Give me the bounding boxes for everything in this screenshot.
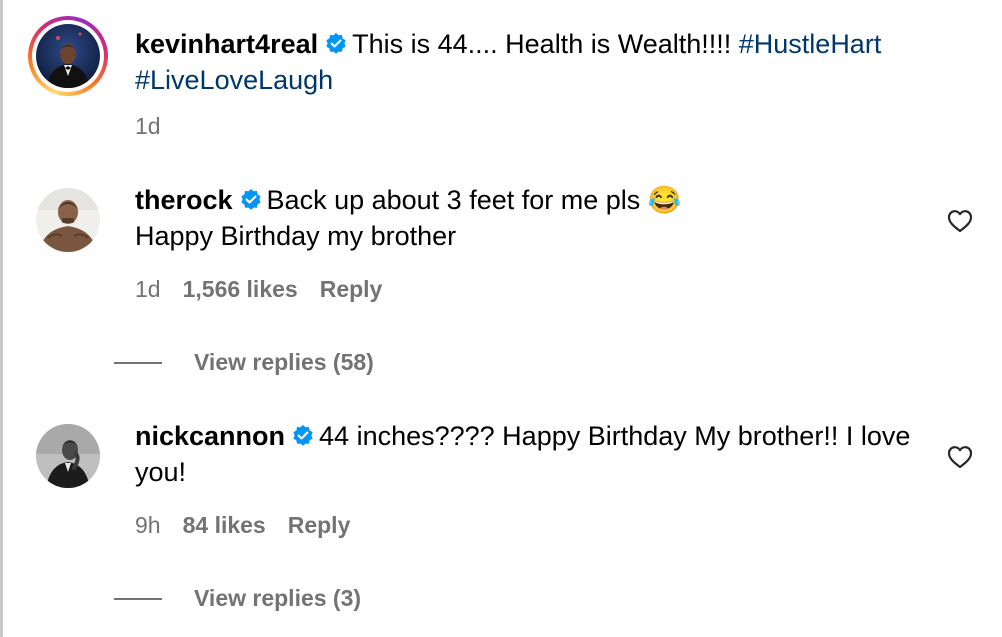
hashtag-link[interactable]: #LiveLoveLaugh xyxy=(135,65,333,95)
caption-meta: 1d xyxy=(135,113,161,140)
view-replies-button[interactable]: View replies (58) xyxy=(114,349,374,376)
comment-timestamp[interactable]: 1d xyxy=(135,276,161,302)
view-replies-line xyxy=(114,597,162,600)
comment-body-line1: Back up about 3 feet for me pls 😂 xyxy=(266,185,682,215)
comment-timestamp[interactable]: 9h xyxy=(135,512,161,538)
reply-button[interactable]: Reply xyxy=(288,512,351,538)
avatar-nickcannon[interactable] xyxy=(36,424,100,488)
verified-badge-icon xyxy=(291,421,315,446)
window-edge xyxy=(0,0,3,637)
comment-username[interactable]: therock xyxy=(135,185,233,215)
hashtag-link[interactable]: #HustleHart xyxy=(739,29,882,59)
reply-button[interactable]: Reply xyxy=(320,276,383,302)
comment-text: nickcannon 44 inches???? Happy Birthday M… xyxy=(135,418,915,490)
view-replies-line xyxy=(114,361,162,364)
caption-username[interactable]: kevinhart4real xyxy=(135,29,318,59)
caption-timestamp[interactable]: 1d xyxy=(135,113,161,139)
comment-body-line2: Happy Birthday my brother xyxy=(135,221,457,251)
view-replies-button[interactable]: View replies (3) xyxy=(114,585,361,612)
caption-body: This is 44.... Health is Wealth!!!! xyxy=(352,29,739,59)
comment-text: therock Back up about 3 feet for me pls 😂… xyxy=(135,182,915,254)
view-replies-label: View replies (3) xyxy=(194,585,362,611)
comment-meta: 1d 1,566 likes Reply xyxy=(135,276,382,303)
comment-likes[interactable]: 1,566 likes xyxy=(183,276,298,302)
heart-icon[interactable] xyxy=(946,444,974,470)
comment-likes[interactable]: 84 likes xyxy=(183,512,266,538)
view-replies-label: View replies (58) xyxy=(194,349,374,375)
verified-badge-icon xyxy=(239,185,263,210)
caption-text: kevinhart4real This is 44.... Health is W… xyxy=(135,26,965,98)
verified-badge-icon xyxy=(324,29,348,54)
comment-meta: 9h 84 likes Reply xyxy=(135,512,350,539)
avatar-kevinhart4real[interactable] xyxy=(36,24,100,88)
story-ring[interactable] xyxy=(28,16,108,96)
avatar-therock[interactable] xyxy=(36,188,100,252)
heart-icon[interactable] xyxy=(946,208,974,234)
comment-username[interactable]: nickcannon xyxy=(135,421,285,451)
